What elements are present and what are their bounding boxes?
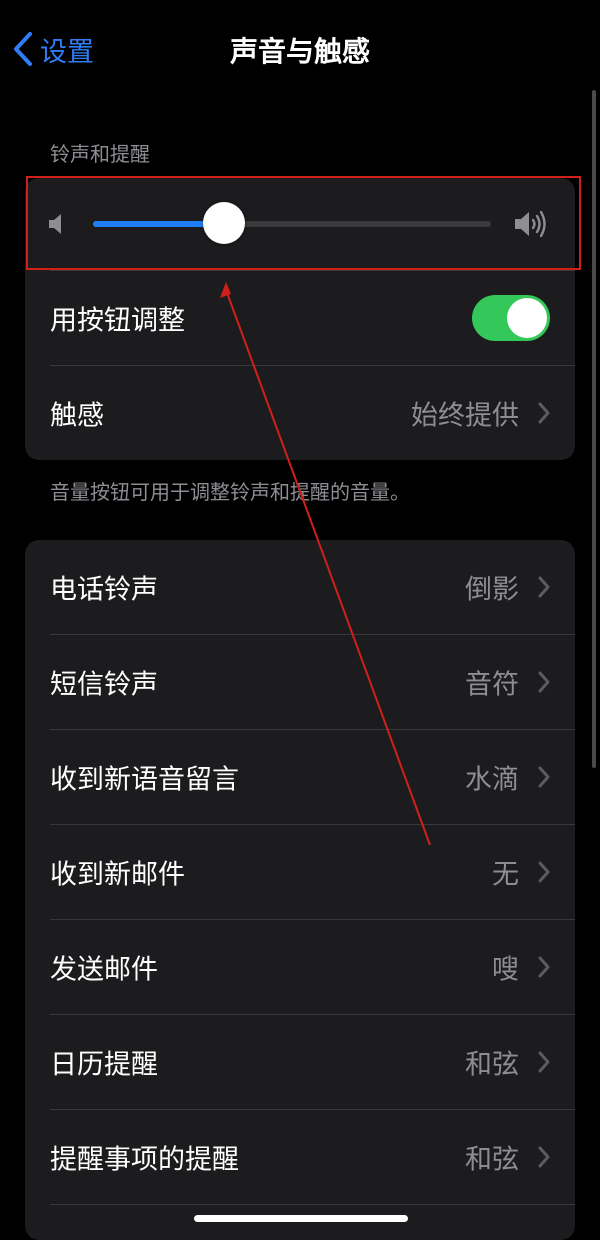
divider	[50, 1204, 575, 1205]
list-item[interactable]: 发送邮件 嗖	[25, 920, 575, 1014]
chevron-right-icon	[538, 861, 550, 883]
haptics-row[interactable]: 触感 始终提供	[25, 366, 575, 460]
navigation-bar: 设置 声音与触感	[0, 0, 600, 100]
change-with-buttons-toggle[interactable]	[472, 295, 550, 341]
sound-item-label: 收到新语音留言	[50, 764, 239, 796]
chevron-right-icon	[538, 1146, 550, 1168]
list-item[interactable]: 收到新邮件 无	[25, 825, 575, 919]
list-item[interactable]: 短信铃声 音符	[25, 635, 575, 729]
haptics-value: 始终提供	[411, 400, 519, 432]
list-item[interactable]: 收到新语音留言 水滴	[25, 730, 575, 824]
home-indicator[interactable]	[194, 1215, 408, 1222]
scrollbar[interactable]	[592, 90, 596, 768]
sound-item-value: 无	[492, 859, 519, 891]
sounds-card: 电话铃声 倒影 短信铃声 音符 收到新语音留言 水滴 收到新邮件 无 发送邮件 …	[25, 540, 575, 1240]
page-title: 声音与触感	[229, 35, 370, 68]
change-with-buttons-label: 用按钮调整	[50, 305, 185, 337]
chevron-right-icon	[538, 956, 550, 978]
change-with-buttons-row: 用按钮调整	[25, 271, 575, 365]
list-item[interactable]: 提醒事项的提醒 和弦	[25, 1110, 575, 1204]
sound-item-value: 和弦	[465, 1049, 519, 1081]
chevron-right-icon	[538, 402, 550, 424]
chevron-right-icon	[538, 1051, 550, 1073]
sound-item-value: 水滴	[465, 764, 519, 796]
sound-item-value: 嗖	[492, 954, 519, 986]
sound-item-label: 提醒事项的提醒	[50, 1144, 239, 1176]
sound-item-label: 发送邮件	[50, 954, 158, 986]
sound-item-value: 音符	[465, 669, 519, 701]
sound-item-label: 日历提醒	[50, 1049, 158, 1081]
section-header-ringtone: 铃声和提醒	[50, 142, 150, 166]
toggle-knob	[507, 298, 547, 338]
list-item[interactable]: 电话铃声 倒影	[25, 540, 575, 634]
chevron-right-icon	[538, 576, 550, 598]
chevron-right-icon	[538, 671, 550, 693]
annotation-highlight-box	[26, 176, 581, 270]
ringtone-footer-note: 音量按钮可用于调整铃声和提醒的音量。	[50, 480, 410, 504]
chevron-right-icon	[538, 766, 550, 788]
sound-item-value: 和弦	[465, 1144, 519, 1176]
haptics-label: 触感	[50, 400, 104, 432]
sound-item-value: 倒影	[465, 574, 519, 606]
sound-item-label: 电话铃声	[50, 574, 158, 606]
sound-item-label: 短信铃声	[50, 669, 158, 701]
list-item[interactable]: 日历提醒 和弦	[25, 1015, 575, 1109]
sound-item-label: 收到新邮件	[50, 859, 185, 891]
